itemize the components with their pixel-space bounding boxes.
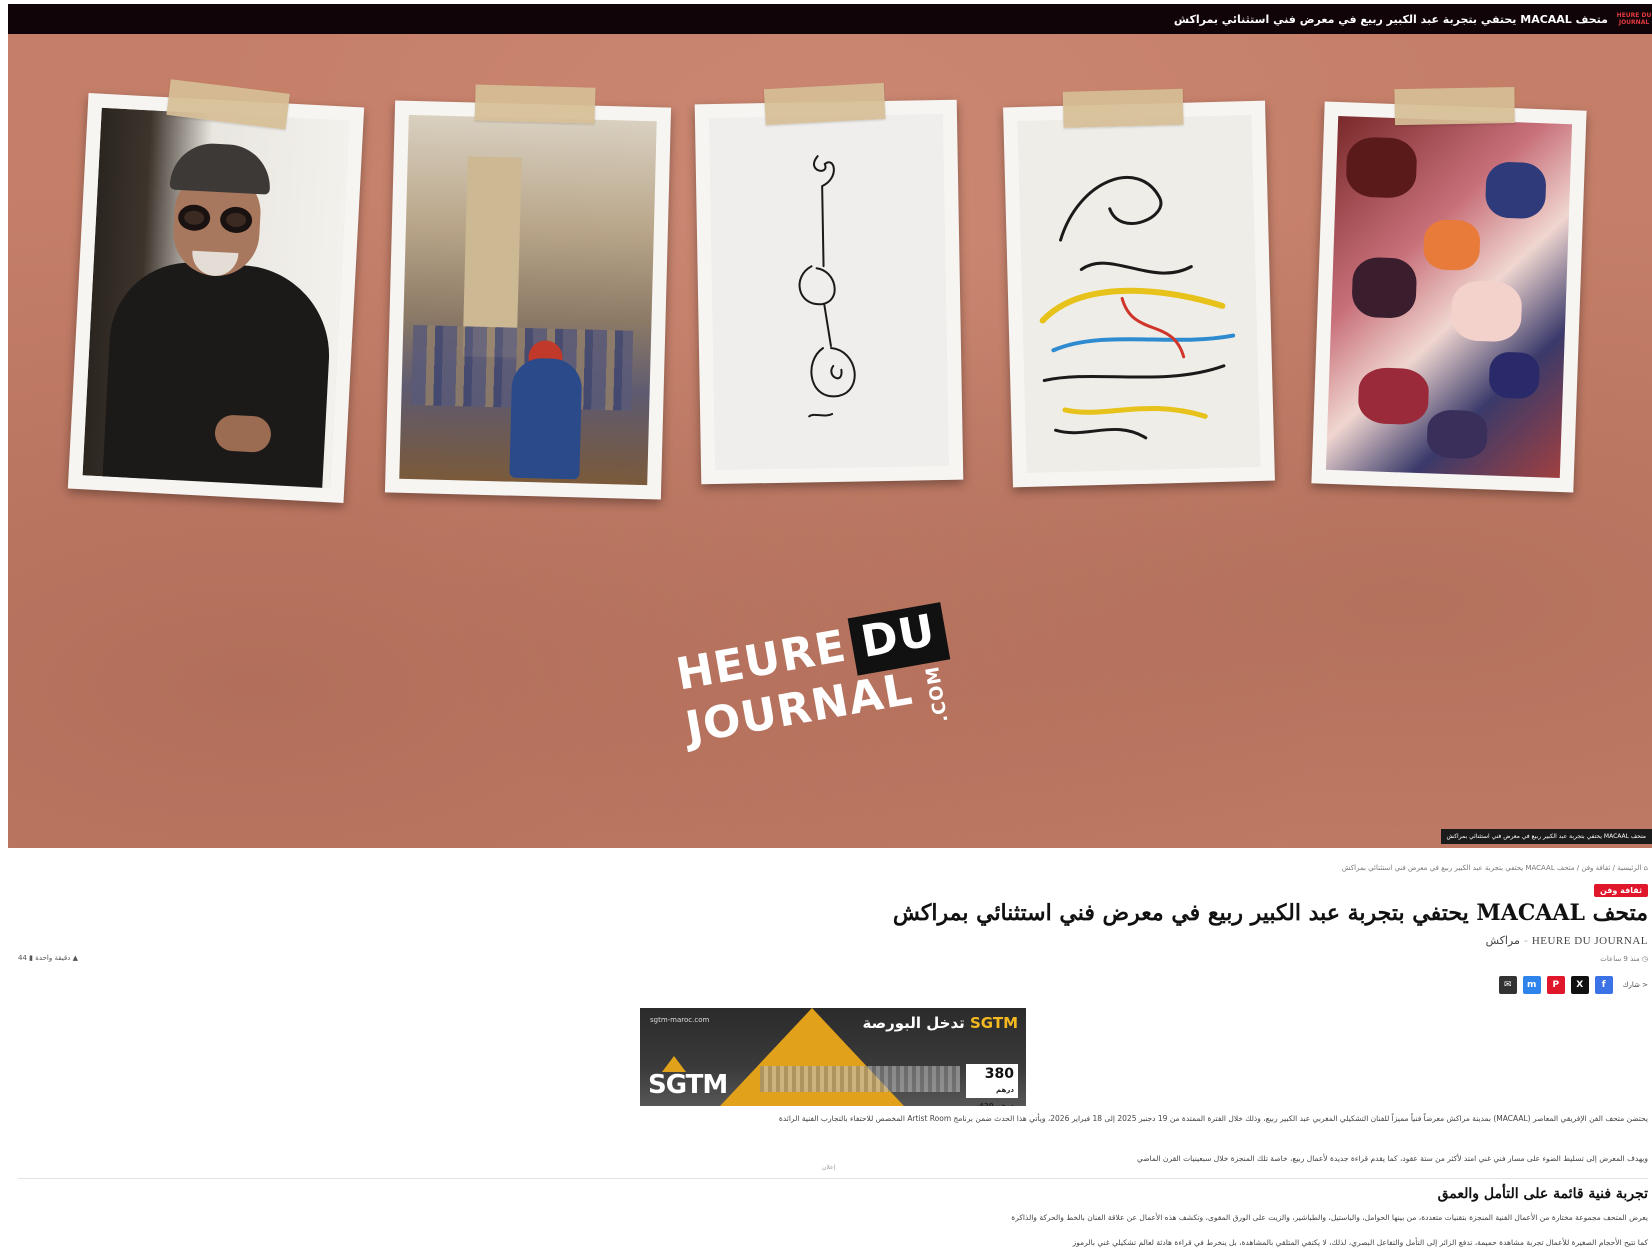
photo-drawing-abstract [694,82,964,485]
share-bar: < شارك f X P m ✉ [1498,976,1648,994]
photo-drawing-colored [1003,88,1275,488]
fire-icon: ▲ [72,954,78,962]
facebook-share-button[interactable]: f [1594,976,1613,994]
ad-price-main: 380 [984,1066,1014,1082]
pinterest-share-button[interactable]: P [1546,976,1565,994]
article-paragraph: يعرض المتحف مجموعة مختارة من الأعمال الف… [1011,1213,1648,1222]
reading-time: دقيقة واحدة [35,954,71,962]
view-count: 44 [18,954,27,962]
messenger-share-button[interactable]: m [1522,976,1541,994]
hero-image: HEURE DU JOURNAL .COM متحف MACAAL يحتفي بت… [8,34,1652,848]
ad-price-secondary: 420 درهم [978,1102,1014,1106]
article-paragraph: كما تتيح الأحجام الصغيرة للأعمال تجربة م… [1072,1238,1648,1247]
byline-city: مراكش [1485,934,1520,947]
ad-sgtm-logo: SGTM [648,1070,728,1100]
article-byline: HEURE DU JOURNAL-مراكش [1486,934,1648,947]
site-logo-line1: HEURE DU [1616,12,1652,19]
ad-site-url: sgtm-maroc.com [650,1016,710,1024]
ad-headline: SGTM تدخل البورصة [862,1014,1019,1032]
article-title: متحف MACAAL يحتفي بتجربة عبد الكبير ربيع… [892,900,1648,926]
article: ⌂ الرئيسية / ثقافة وفن / متحف MACAAL يحت… [0,848,1652,1258]
heure-du-journal-logo: HEURE DU JOURNAL .COM [672,600,970,760]
share-label: < شارك [1622,981,1648,989]
category-badge[interactable]: ثقافة وفن [1593,884,1648,897]
ticker-headline[interactable]: متحف MACAAL يحتفي بتجربة عبد الكبير ربيع… [1174,13,1608,26]
ad-price-box: 380 درهم 420 درهم [966,1064,1018,1106]
breadcrumb[interactable]: ⌂ الرئيسية / ثقافة وفن / متحف MACAAL يحت… [1342,864,1648,872]
article-meta: دقيقة واحدة ▮ 44 ▲ [18,954,78,962]
section-divider [18,1178,1648,1179]
ad-label: إعلان [822,1164,836,1171]
byline-source[interactable]: HEURE DU JOURNAL [1532,935,1648,947]
photo-painting-medina [384,84,672,500]
home-icon[interactable]: ⌂ [1644,864,1648,872]
clock-icon: ◷ [1641,955,1648,963]
site-logo-small[interactable]: HEURE DU JOURNAL [1616,4,1652,34]
bookmark-icon: ▮ [29,954,34,962]
publish-time-text: منذ 9 ساعات [1600,955,1640,963]
photo-painting-abstract [1311,87,1587,493]
publish-time: ◷ منذ 9 ساعات [1600,955,1648,963]
logo-word-com: .COM [922,663,953,725]
email-share-button[interactable]: ✉ [1498,976,1517,994]
article-paragraph: يحتضن متحف الفن الإفريقي المعاصر (MACAAL… [778,1114,1648,1123]
breadcrumb-text[interactable]: الرئيسية / ثقافة وفن / متحف MACAAL يحتفي… [1342,864,1641,872]
sgtm-ad-banner[interactable]: sgtm-maroc.com SGTM تدخل البورصة SGTM 38… [640,1008,1026,1106]
byline-separator: - [1523,934,1528,947]
section-heading: تجربة فنية قائمة على التأمل والعمق [1437,1186,1648,1202]
photo-portrait [67,79,365,503]
hero-caption: متحف MACAAL يحتفي بتجربة عبد الكبير ربيع… [1440,829,1652,844]
article-paragraph: ويهدف المعرض إلى تسليط الضوء على مسار فن… [1136,1154,1648,1163]
share-icon: < [1642,981,1648,989]
ad-price-unit: درهم [996,1086,1014,1094]
site-logo-line2: JOURNAL [1618,19,1650,26]
x-share-button[interactable]: X [1570,976,1589,994]
top-ticker[interactable]: HEURE DU JOURNAL متحف MACAAL يحتفي بتجرب… [8,4,1652,34]
ad-bridge-graphic [760,1066,960,1092]
